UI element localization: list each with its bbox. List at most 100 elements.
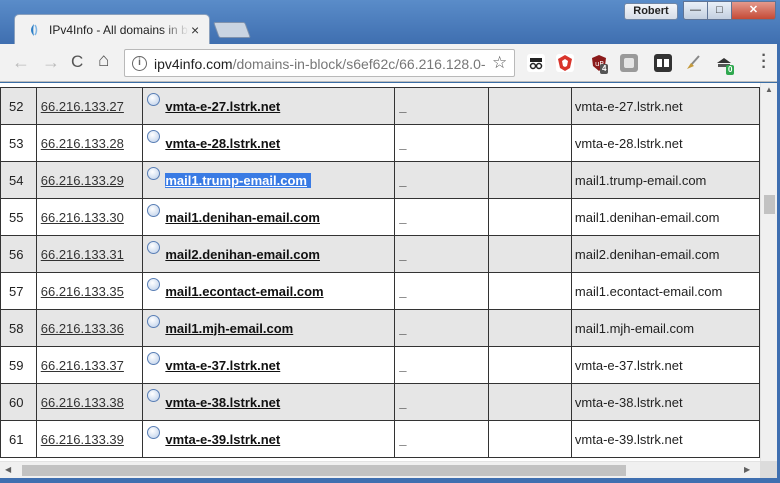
dash-cell: _ [394, 383, 489, 421]
domain-cell: mail1.econtact-email.com [142, 272, 396, 310]
ip-cell: 66.216.133.28 [35, 124, 144, 162]
globe-icon [147, 203, 161, 217]
table-row: 60 66.216.133.38 vmta-e-38.lstrk.net _ vmta-… [0, 383, 760, 421]
ip-cell: 66.216.133.38 [35, 383, 144, 421]
domain-cell: vmta-e-37.lstrk.net [142, 346, 396, 384]
horizontal-scroll-thumb[interactable] [22, 465, 626, 476]
address-bar[interactable]: i ipv4info.com/domains-in-block/s6ef62c/… [124, 49, 515, 77]
table-row: 54 66.216.133.29 mail1.trump-email.com _ mai… [0, 161, 760, 199]
ipv4info-favicon-icon [31, 24, 38, 36]
globe-icon [147, 129, 161, 143]
domain-link[interactable]: mail1.trump-email.com [165, 172, 311, 188]
url-text[interactable]: ipv4info.com/domains-in-block/s6ef62c/66… [154, 56, 486, 72]
spy-extension-icon[interactable]: 0 [715, 54, 735, 75]
tab-close-icon[interactable]: × [191, 22, 199, 38]
ip-link[interactable]: 66.216.133.28 [41, 136, 124, 151]
dash-cell: _ [394, 161, 489, 199]
scrollbar-corner [760, 461, 777, 478]
browser-tab[interactable]: IPv4Info - All domains in bl × [14, 14, 210, 44]
spy-badge: 0 [726, 65, 735, 75]
scroll-up-icon[interactable]: ▲ [765, 85, 773, 94]
back-button[interactable]: ← [12, 52, 30, 73]
browser-menu-icon[interactable]: · · · [760, 48, 768, 76]
dash-cell: _ [394, 420, 489, 458]
ip-link[interactable]: 66.216.133.38 [41, 395, 124, 410]
domain-cell: mail1.trump-email.com [142, 161, 396, 199]
empty-cell [487, 420, 572, 458]
host-cell: vmta-e-27.lstrk.net [570, 87, 760, 125]
empty-cell [487, 272, 572, 310]
bookmark-star-icon[interactable]: ☆ [492, 53, 507, 73]
maximize-button[interactable]: □ [707, 1, 732, 20]
dash-cell: _ [394, 272, 489, 310]
ip-link[interactable]: 66.216.133.31 [41, 247, 124, 262]
host-cell: mail1.econtact-email.com [570, 272, 760, 310]
minimize-button[interactable]: — [683, 1, 708, 20]
ip-link[interactable]: 66.216.133.30 [41, 210, 124, 225]
url-host: ipv4info.com [154, 56, 233, 72]
domain-link[interactable]: vmta-e-37.lstrk.net [165, 358, 280, 373]
row-number: 58 [0, 309, 37, 347]
row-number: 60 [0, 383, 37, 421]
profile-button[interactable]: Robert [624, 3, 678, 20]
cloud-extension-icon[interactable] [620, 54, 638, 72]
home-button[interactable]: ⌂ [98, 50, 109, 72]
globe-icon [147, 240, 161, 254]
domain-link[interactable]: vmta-e-38.lstrk.net [165, 395, 280, 410]
broom-extension-icon[interactable] [684, 54, 702, 72]
dash-cell: _ [394, 87, 489, 125]
table-row: 58 66.216.133.36 mail1.mjh-email.com _ mail1… [0, 309, 760, 347]
domain-link[interactable]: mail2.denihan-email.com [165, 247, 320, 262]
brave-extension-icon[interactable] [556, 54, 574, 72]
forward-button[interactable]: → [42, 52, 60, 73]
ip-link[interactable]: 66.216.133.27 [41, 99, 124, 114]
host-cell: vmta-e-28.lstrk.net [570, 124, 760, 162]
vertical-scroll-thumb[interactable] [764, 195, 775, 214]
vertical-scrollbar[interactable]: ▲ [760, 83, 777, 461]
title-bar: IPv4Info - All domains in bl × Robert — … [0, 0, 780, 44]
ip-cell: 66.216.133.36 [35, 309, 144, 347]
domain-link[interactable]: mail1.econtact-email.com [165, 284, 323, 299]
domain-link[interactable]: vmta-e-28.lstrk.net [165, 136, 280, 151]
ip-link[interactable]: 66.216.133.29 [41, 173, 124, 188]
horizontal-scrollbar[interactable]: ◀ ▶ [0, 461, 760, 478]
dark-extension-icon[interactable] [654, 54, 672, 72]
empty-cell [487, 346, 572, 384]
ip-link[interactable]: 66.216.133.39 [41, 432, 124, 447]
ublock-extension-icon[interactable]: uB 4 [590, 54, 609, 74]
host-cell: mail2.denihan-email.com [570, 235, 760, 273]
empty-cell [487, 161, 572, 199]
scroll-right-icon[interactable]: ▶ [744, 465, 750, 474]
ip-link[interactable]: 66.216.133.35 [41, 284, 124, 299]
host-cell: mail1.mjh-email.com [570, 309, 760, 347]
close-window-button[interactable]: ✕ [731, 1, 776, 20]
reload-button[interactable]: C [71, 52, 83, 72]
site-info-icon[interactable]: i [132, 56, 147, 71]
domain-link[interactable]: mail1.denihan-email.com [165, 210, 320, 225]
scroll-left-icon[interactable]: ◀ [5, 465, 11, 474]
new-tab-button[interactable] [213, 22, 251, 38]
domain-link[interactable]: mail1.mjh-email.com [165, 321, 293, 336]
domain-cell: vmta-e-39.lstrk.net [142, 420, 396, 458]
globe-icon [147, 166, 161, 180]
row-number: 52 [0, 87, 37, 125]
empty-cell [487, 309, 572, 347]
incognito-extension-icon[interactable] [527, 54, 545, 72]
row-number: 57 [0, 272, 37, 310]
row-number: 53 [0, 124, 37, 162]
dash-cell: _ [394, 124, 489, 162]
ip-cell: 66.216.133.37 [35, 346, 144, 384]
globe-icon [147, 388, 161, 402]
ip-cell: 66.216.133.31 [35, 235, 144, 273]
table-row: 57 66.216.133.35 mail1.econtact-email.com _… [0, 272, 760, 310]
ip-cell: 66.216.133.29 [35, 161, 144, 199]
dash-cell: _ [394, 309, 489, 347]
ip-link[interactable]: 66.216.133.36 [41, 321, 124, 336]
globe-icon [147, 351, 161, 365]
domain-link[interactable]: vmta-e-39.lstrk.net [165, 432, 280, 447]
host-cell: mail1.denihan-email.com [570, 198, 760, 236]
domain-link[interactable]: vmta-e-27.lstrk.net [165, 99, 280, 114]
ip-link[interactable]: 66.216.133.37 [41, 358, 124, 373]
window-frame-bottom [0, 478, 780, 483]
domains-table: 52 66.216.133.27 vmta-e-27.lstrk.net _ vmta-… [0, 87, 760, 458]
